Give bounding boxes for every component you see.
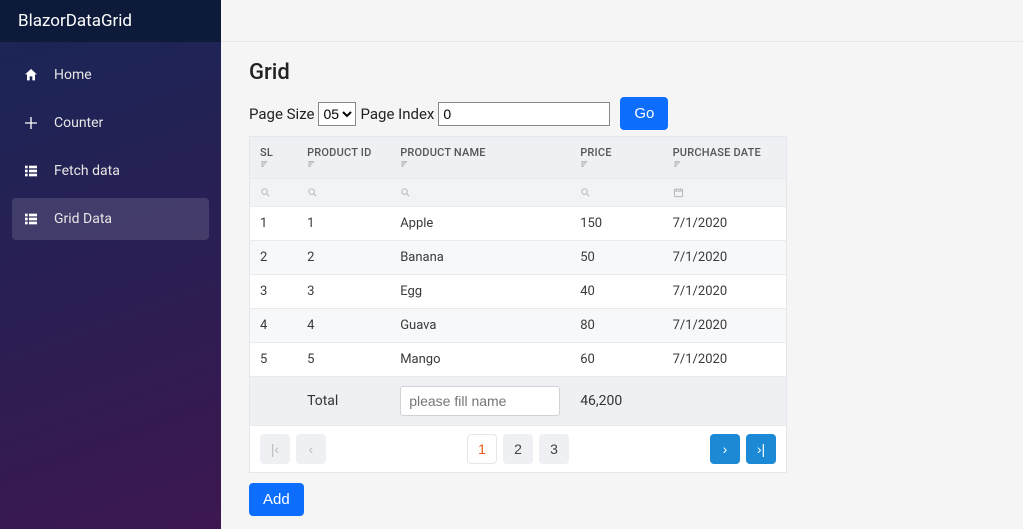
- grid-controls: Page Size 05 Page Index Go: [249, 97, 995, 130]
- cell-price: 80: [570, 309, 662, 343]
- cell-price: 40: [570, 275, 662, 309]
- list-icon: [22, 210, 40, 228]
- column-header-product-id[interactable]: PRODUCT ID: [297, 137, 390, 179]
- list-icon: [22, 162, 40, 180]
- page-size-label: Page Size: [249, 105, 314, 123]
- sidebar-item-label: Counter: [54, 115, 103, 131]
- pager: |‹ ‹ 123 › ›|: [249, 426, 787, 473]
- filter-price[interactable]: [570, 179, 662, 207]
- main-content: Grid Page Size 05 Page Index Go SL: [221, 42, 1023, 529]
- cell-price: 150: [570, 207, 662, 241]
- pager-next-button[interactable]: ›: [710, 434, 740, 464]
- page-size-select[interactable]: 05: [318, 102, 356, 126]
- cell-sl: 4: [250, 309, 298, 343]
- footer-total-price: 46,200: [570, 377, 662, 426]
- pager-first-button[interactable]: |‹: [260, 434, 290, 464]
- filter-sl[interactable]: [250, 179, 298, 207]
- sidebar-item-label: Home: [54, 67, 92, 83]
- search-icon: [580, 187, 652, 198]
- table-row: 33Egg407/1/2020: [250, 275, 787, 309]
- top-bar: [221, 0, 1023, 42]
- cell-price: 50: [570, 241, 662, 275]
- page-index-label: Page Index: [360, 105, 434, 123]
- sidebar-item-label: Fetch data: [54, 163, 120, 179]
- cell-price: 60: [570, 343, 662, 377]
- cell-product-name: Banana: [390, 241, 570, 275]
- sidebar-item-counter[interactable]: Counter: [12, 102, 209, 144]
- column-label: PRODUCT ID: [307, 146, 371, 159]
- data-grid: SL PRODUCT ID PRODUCT NAME PRICE: [249, 136, 787, 426]
- filter-product-id[interactable]: [297, 179, 390, 207]
- cell-sl: 5: [250, 343, 298, 377]
- cell-product-name: Guava: [390, 309, 570, 343]
- column-label: PURCHASE DATE: [673, 146, 761, 159]
- footer-row: Total 46,200: [250, 377, 787, 426]
- cell-product-id: 5: [297, 343, 390, 377]
- header-row: SL PRODUCT ID PRODUCT NAME PRICE: [250, 137, 787, 179]
- column-header-product-name[interactable]: PRODUCT NAME: [390, 137, 570, 179]
- brand-title: BlazorDataGrid: [0, 0, 221, 42]
- cell-product-id: 4: [297, 309, 390, 343]
- go-button[interactable]: Go: [620, 97, 668, 130]
- pager-prev-button[interactable]: ‹: [296, 434, 326, 464]
- home-icon: [22, 66, 40, 84]
- cell-sl: 3: [250, 275, 298, 309]
- column-header-price[interactable]: PRICE: [570, 137, 662, 179]
- table-row: 22Banana507/1/2020: [250, 241, 787, 275]
- sort-icon: [580, 159, 652, 169]
- pager-last-button[interactable]: ›|: [746, 434, 776, 464]
- chevron-left-icon: ‹: [309, 441, 314, 457]
- table-row: 44Guava807/1/2020: [250, 309, 787, 343]
- footer-total-label: Total: [297, 377, 390, 426]
- pager-page-1[interactable]: 1: [467, 434, 497, 464]
- cell-purchase-date: 7/1/2020: [663, 309, 787, 343]
- sidebar-item-home[interactable]: Home: [12, 54, 209, 96]
- sort-icon: [260, 159, 287, 169]
- add-button[interactable]: Add: [249, 483, 304, 516]
- cell-purchase-date: 7/1/2020: [663, 207, 787, 241]
- chevron-right-icon: ›: [723, 441, 728, 457]
- search-icon: [260, 187, 287, 198]
- search-icon: [400, 187, 560, 198]
- cell-sl: 2: [250, 241, 298, 275]
- page-index-input[interactable]: [438, 102, 610, 126]
- sort-icon: [307, 159, 380, 169]
- pager-page-2[interactable]: 2: [503, 434, 533, 464]
- column-label: SL: [260, 146, 273, 159]
- page-title: Grid: [249, 60, 995, 85]
- calendar-icon: [673, 187, 776, 198]
- filter-purchase-date[interactable]: [663, 179, 787, 207]
- cell-sl: 1: [250, 207, 298, 241]
- table-row: 55Mango607/1/2020: [250, 343, 787, 377]
- column-header-purchase-date[interactable]: PURCHASE DATE: [663, 137, 787, 179]
- cell-product-name: Mango: [390, 343, 570, 377]
- column-label: PRICE: [580, 146, 611, 159]
- first-page-icon: |‹: [271, 441, 279, 457]
- cell-product-id: 2: [297, 241, 390, 275]
- sidebar-item-grid-data[interactable]: Grid Data: [12, 198, 209, 240]
- filter-row: [250, 179, 787, 207]
- search-icon: [307, 187, 380, 198]
- sidebar-item-fetch-data[interactable]: Fetch data: [12, 150, 209, 192]
- sidebar: Home Counter Fetch data Grid Data: [0, 42, 221, 529]
- cell-purchase-date: 7/1/2020: [663, 343, 787, 377]
- cell-product-name: Egg: [390, 275, 570, 309]
- cell-purchase-date: 7/1/2020: [663, 241, 787, 275]
- cell-product-id: 3: [297, 275, 390, 309]
- column-header-sl[interactable]: SL: [250, 137, 298, 179]
- filter-product-name[interactable]: [390, 179, 570, 207]
- pager-page-3[interactable]: 3: [539, 434, 569, 464]
- sort-icon: [400, 159, 560, 169]
- footer-name-input[interactable]: [400, 386, 560, 416]
- last-page-icon: ›|: [757, 441, 765, 457]
- plus-icon: [22, 114, 40, 132]
- sort-icon: [673, 159, 776, 169]
- sidebar-item-label: Grid Data: [54, 211, 112, 227]
- table-row: 11Apple1507/1/2020: [250, 207, 787, 241]
- cell-product-id: 1: [297, 207, 390, 241]
- cell-product-name: Apple: [390, 207, 570, 241]
- cell-purchase-date: 7/1/2020: [663, 275, 787, 309]
- column-label: PRODUCT NAME: [400, 146, 486, 159]
